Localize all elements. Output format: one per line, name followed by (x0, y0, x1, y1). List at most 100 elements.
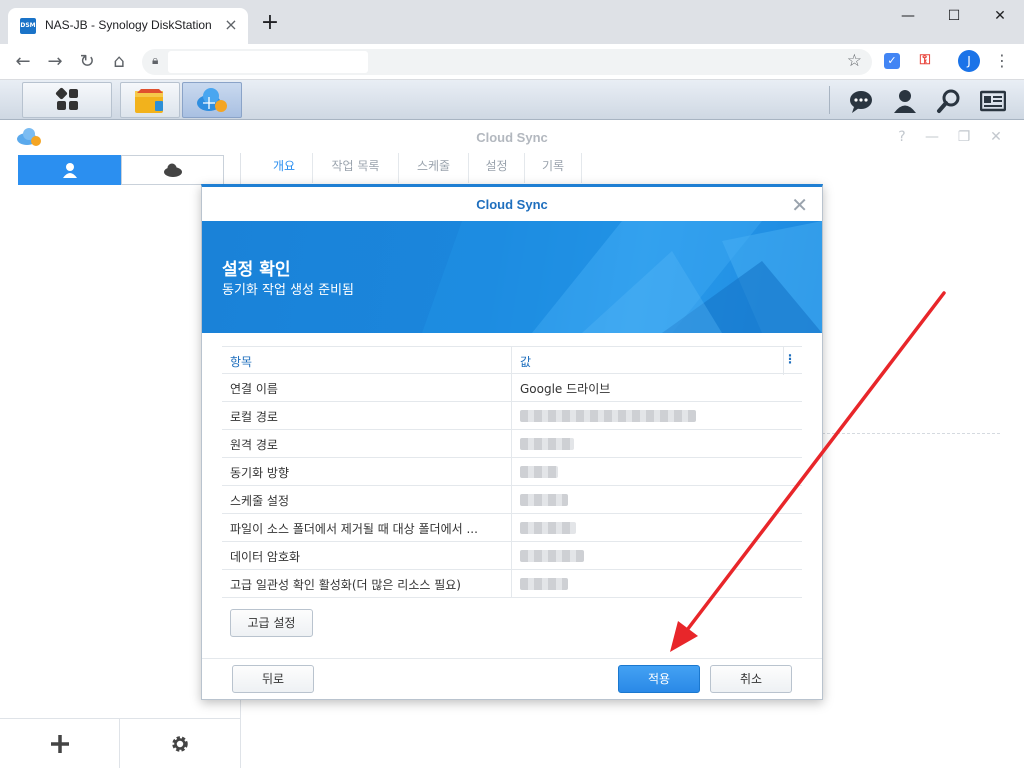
row-key: 파일이 소스 폴더에서 제거될 때 대상 폴더에서 ... (230, 522, 478, 536)
lock-icon: 🔒︎ (152, 53, 159, 67)
main-menu-button[interactable] (22, 82, 112, 118)
tab-overview[interactable]: 개요 (256, 153, 313, 183)
table-row: 스케줄 설정 (222, 486, 802, 514)
cloud-icon (164, 163, 182, 177)
table-row: 연결 이름 Google 드라이브 (222, 374, 802, 402)
row-key: 데이터 암호화 (230, 550, 301, 564)
column-divider (511, 458, 512, 486)
blurred-value (520, 522, 576, 534)
widgets-icon[interactable] (979, 88, 1007, 114)
url-field[interactable] (168, 51, 368, 73)
user-icon (63, 163, 77, 178)
user-icon[interactable] (892, 88, 918, 114)
package-center-button[interactable] (120, 82, 180, 118)
column-menu-icon[interactable]: ⋮ (784, 352, 796, 366)
add-button[interactable] (0, 719, 120, 768)
tab-task-list[interactable]: 작업 목록 (313, 153, 399, 183)
tab-history[interactable]: 기록 (525, 153, 582, 183)
advanced-settings-button[interactable]: 고급 설정 (230, 609, 313, 637)
tab-title: NAS-JB - Synology DiskStation (45, 18, 212, 32)
table-row: 파일이 소스 폴더에서 제거될 때 대상 폴더에서 ... (222, 514, 802, 542)
taskbar-divider (829, 86, 830, 114)
window-header: Cloud Sync ? — ❐ ✕ (0, 121, 1024, 153)
sidebar-tab-cloud[interactable] (121, 155, 224, 185)
new-tab-icon[interactable]: + (259, 12, 281, 34)
minimize-icon[interactable]: — (893, 4, 923, 28)
row-key: 동기화 방향 (230, 466, 290, 480)
menu-icon[interactable]: ⋮ (992, 50, 1012, 72)
back-icon[interactable]: ← (11, 50, 35, 74)
column-divider (511, 402, 512, 430)
restore-window-icon[interactable]: ❐ (956, 129, 972, 145)
blurred-value (520, 438, 574, 450)
table-row: 동기화 방향 (222, 458, 802, 486)
table-row: 원격 경로 (222, 430, 802, 458)
column-divider (511, 347, 512, 375)
table-header: 항목 값 ⋮ (222, 346, 802, 375)
star-icon[interactable]: ☆ (847, 51, 862, 71)
minimize-window-icon[interactable]: — (924, 129, 940, 145)
dialog-banner: 설정 확인 동기화 작업 생성 준비됨 (202, 221, 822, 333)
row-key: 고급 일관성 확인 활성화(더 많은 리소스 필요) (230, 578, 461, 592)
sidebar-tab-user[interactable] (18, 155, 121, 185)
profile-avatar[interactable]: J (958, 50, 980, 72)
cloud-sync-icon (197, 88, 227, 112)
tab-settings[interactable]: 설정 (469, 153, 525, 183)
banner-title: 설정 확인 (222, 260, 291, 280)
browser-tab[interactable]: DSM NAS-JB - Synology DiskStation × (8, 8, 248, 44)
column-header-item[interactable]: 항목 (230, 353, 510, 370)
column-divider (511, 514, 512, 542)
cancel-button[interactable]: 취소 (710, 665, 792, 693)
blurred-value (520, 466, 558, 478)
blurred-value (520, 550, 584, 562)
search-icon[interactable] (936, 88, 962, 114)
back-button[interactable]: 뒤로 (232, 665, 314, 693)
table-row: 고급 일관성 확인 활성화(더 많은 리소스 필요) (222, 570, 802, 598)
browser-titlebar: DSM NAS-JB - Synology DiskStation × + — … (0, 0, 1024, 44)
summary-table: 항목 값 ⋮ 연결 이름 Google 드라이브 로컬 경로 원격 경로 동기화… (222, 346, 802, 598)
window-title: Cloud Sync (476, 130, 548, 145)
forward-icon[interactable]: → (43, 50, 67, 74)
close-window-icon[interactable]: ✕ (988, 129, 1004, 145)
tab-schedule[interactable]: 스케줄 (399, 153, 469, 183)
package-center-icon (135, 89, 163, 113)
table-row: 로컬 경로 (222, 402, 802, 430)
column-divider (511, 486, 512, 514)
settings-button[interactable] (120, 719, 240, 768)
notification-icon[interactable] (848, 88, 874, 114)
reload-icon[interactable]: ↻ (75, 50, 99, 74)
address-bar[interactable]: 🔒︎ ☆ (142, 49, 872, 75)
cloud-sync-button[interactable] (182, 82, 242, 118)
overview-divider (822, 433, 1000, 434)
column-header-value[interactable]: 값 (520, 353, 531, 370)
home-icon[interactable]: ⌂ (107, 50, 131, 74)
row-key: 연결 이름 (230, 382, 278, 396)
sidebar-footer (0, 718, 240, 768)
banner-subtitle: 동기화 작업 생성 준비됨 (222, 283, 354, 298)
row-key: 스케줄 설정 (230, 494, 290, 508)
browser-toolbar: ← → ↻ ⌂ 🔒︎ ☆ (0, 44, 1024, 80)
row-key: 원격 경로 (230, 438, 278, 452)
column-divider (511, 570, 512, 598)
plus-icon (50, 735, 69, 753)
column-divider (511, 542, 512, 570)
dialog-footer-divider (202, 658, 822, 659)
table-row: 데이터 암호화 (222, 542, 802, 570)
close-icon[interactable]: ✕ (791, 193, 808, 217)
window-close-icon[interactable]: ✕ (985, 4, 1015, 28)
row-value: Google 드라이브 (520, 382, 611, 396)
confirm-settings-dialog: Cloud Sync ✕ 설정 확인 동기화 작업 생성 준비됨 항목 값 ⋮ … (201, 184, 823, 700)
gear-icon (172, 736, 188, 752)
help-icon[interactable]: ? (894, 129, 910, 145)
dsm-favicon-icon: DSM (20, 18, 36, 34)
row-key: 로컬 경로 (230, 410, 278, 424)
blurred-value (520, 494, 568, 506)
maximize-icon[interactable]: ☐ (939, 4, 969, 28)
extension-lock-icon[interactable]: ⚿ (918, 51, 932, 69)
dialog-title: Cloud Sync (476, 197, 548, 212)
apply-button[interactable]: 적용 (618, 665, 700, 693)
blurred-value (520, 578, 568, 590)
close-icon[interactable]: × (222, 16, 240, 34)
extension-check-icon[interactable]: ✓ (884, 53, 900, 69)
main-menu-icon (55, 87, 79, 111)
